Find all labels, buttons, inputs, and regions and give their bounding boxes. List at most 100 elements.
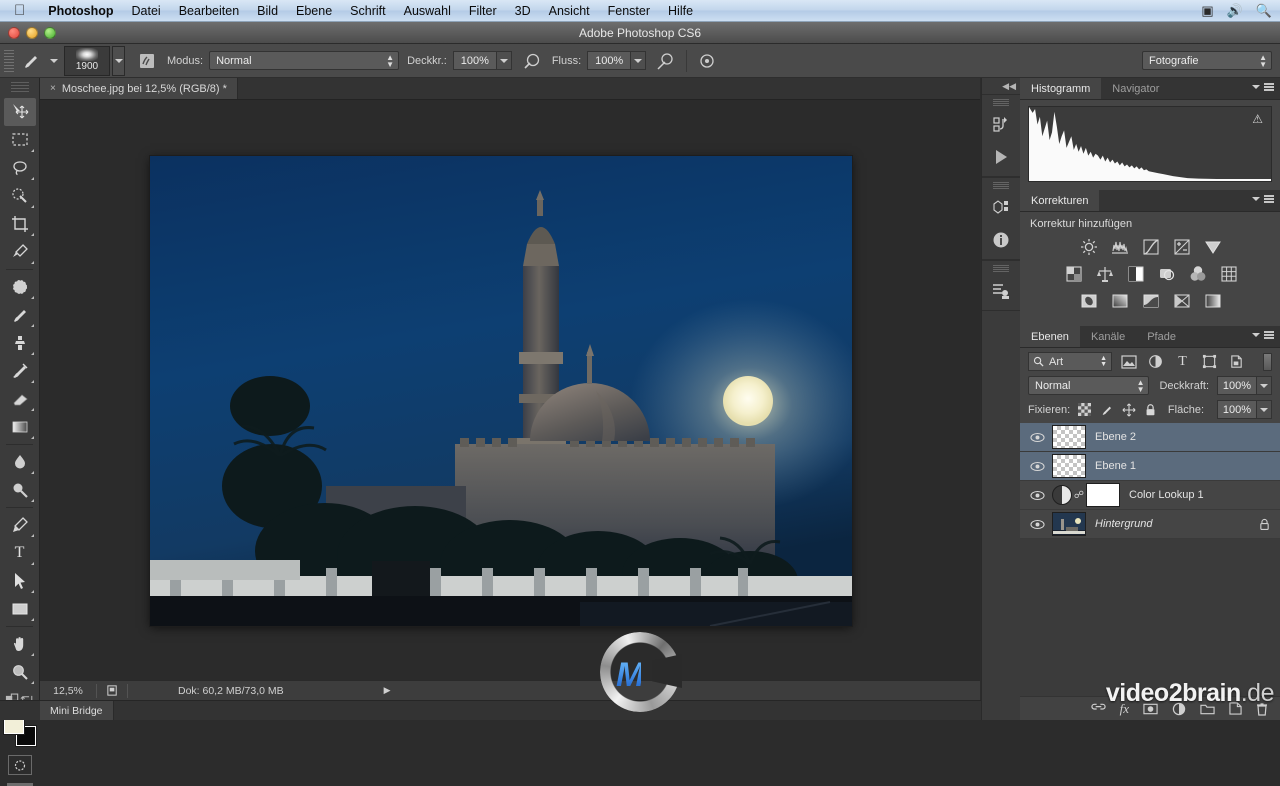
brightness-contrast-icon[interactable] <box>1078 237 1100 257</box>
photo-filter-icon[interactable] <box>1156 264 1178 284</box>
layers-panel-menu-icon[interactable] <box>1252 331 1274 339</box>
black-white-icon[interactable] <box>1125 264 1147 284</box>
threshold-icon[interactable] <box>1140 291 1162 311</box>
quick-mask-toggle[interactable] <box>7 755 32 775</box>
brush-preset-stepper[interactable] <box>112 45 125 76</box>
layer-opacity-value[interactable]: 100% <box>1217 376 1257 395</box>
dock-group-gripper-3[interactable] <box>993 265 1009 272</box>
close-icon[interactable]: × <box>50 83 56 94</box>
airbrush-icon[interactable] <box>654 49 678 73</box>
histogram-warning-icon[interactable]: ⚠ <box>1252 112 1263 126</box>
tab-kanaele[interactable]: Kanäle <box>1080 326 1136 347</box>
adjustment-layer-thumbnail[interactable] <box>1052 485 1072 505</box>
brush-panel-toggle-icon[interactable] <box>135 49 159 73</box>
layer-visibility-toggle[interactable] <box>1022 519 1052 530</box>
link-layers-icon[interactable] <box>1090 703 1106 715</box>
color-lookup-icon[interactable] <box>1218 264 1240 284</box>
blend-mode-select[interactable]: Normal ▲ ▼ <box>209 51 400 70</box>
menu-ebene[interactable]: Ebene <box>287 0 341 22</box>
quick-selection-tool[interactable] <box>4 182 36 210</box>
levels-icon[interactable] <box>1109 237 1131 257</box>
workspace-select[interactable]: Fotografie ▲ ▼ <box>1142 51 1272 70</box>
selective-color-icon[interactable] <box>1171 291 1193 311</box>
lock-transparency-icon[interactable] <box>1077 402 1092 417</box>
zoom-level-field[interactable]: 12,5% <box>40 685 96 697</box>
actions-play-icon[interactable] <box>984 141 1018 173</box>
move-tool[interactable] <box>3 98 36 126</box>
mask-link-icon[interactable]: ☍ <box>1072 490 1086 501</box>
invert-icon[interactable] <box>1078 291 1100 311</box>
mini-bridge-tab[interactable]: Mini Bridge <box>40 701 114 720</box>
hue-saturation-icon[interactable] <box>1063 264 1085 284</box>
menu-app-name[interactable]: Photoshop <box>39 0 122 22</box>
menu-hilfe[interactable]: Hilfe <box>659 0 702 22</box>
histogram-panel-menu-icon[interactable] <box>1252 83 1274 91</box>
lock-all-icon[interactable] <box>1143 402 1158 417</box>
tab-pfade[interactable]: Pfade <box>1136 326 1187 347</box>
blur-tool[interactable] <box>4 448 36 476</box>
histogram-graph[interactable]: ⚠ <box>1028 106 1272 182</box>
lock-position-icon[interactable] <box>1121 402 1136 417</box>
gradient-tool[interactable] <box>4 413 36 441</box>
layer-thumbnail[interactable] <box>1052 454 1086 478</box>
curves-icon[interactable] <box>1140 237 1162 257</box>
dock-group-gripper[interactable] <box>993 99 1009 106</box>
posterize-icon[interactable] <box>1109 291 1131 311</box>
flow-value[interactable]: 100% <box>587 51 632 70</box>
type-tool[interactable]: T <box>4 539 36 567</box>
flow-dropdown[interactable] <box>631 51 647 70</box>
tab-korrekturen[interactable]: Korrekturen <box>1020 190 1100 211</box>
document-proxy-icon[interactable] <box>97 684 127 697</box>
properties-panel-icon[interactable] <box>984 275 1018 307</box>
rectangle-tool[interactable] <box>4 595 36 623</box>
layer-visibility-toggle[interactable] <box>1022 461 1052 472</box>
zoom-tool[interactable] <box>4 658 36 686</box>
brush-tool[interactable] <box>4 301 36 329</box>
layer-visibility-toggle[interactable] <box>1022 432 1052 443</box>
display-icon[interactable]: ▣ <box>1201 3 1213 19</box>
tab-navigator[interactable]: Navigator <box>1101 78 1170 99</box>
layer-thumbnail[interactable] <box>1052 425 1086 449</box>
layer-opacity-dropdown[interactable] <box>1257 376 1272 395</box>
clone-stamp-tool[interactable] <box>4 329 36 357</box>
color-balance-icon[interactable] <box>1094 264 1116 284</box>
opacity-value[interactable]: 100% <box>452 51 497 70</box>
adjustments-panel-menu-icon[interactable] <box>1252 195 1274 203</box>
volume-icon[interactable]: 🔊 <box>1227 3 1243 19</box>
menu-auswahl[interactable]: Auswahl <box>395 0 460 22</box>
status-expand-arrow-icon[interactable]: ▶ <box>384 685 391 696</box>
layer-visibility-toggle[interactable] <box>1022 490 1052 501</box>
path-selection-tool[interactable] <box>4 567 36 595</box>
exposure-icon[interactable] <box>1171 237 1193 257</box>
layer-row-color-lookup-1[interactable]: ☍ Color Lookup 1 <box>1020 481 1280 510</box>
tablet-pressure-icon[interactable] <box>695 49 719 73</box>
minimize-button[interactable] <box>26 27 38 39</box>
gradient-map-icon[interactable] <box>1202 291 1224 311</box>
layer-row-ebene-2[interactable]: Ebene 2 <box>1020 423 1280 452</box>
menu-bearbeiten[interactable]: Bearbeiten <box>170 0 248 22</box>
layer-mask-thumbnail[interactable] <box>1086 483 1120 507</box>
document-canvas[interactable] <box>150 156 852 626</box>
eyedropper-tool[interactable] <box>4 238 36 266</box>
canvas-workspace[interactable] <box>40 100 980 680</box>
filter-smart-icon[interactable] <box>1226 352 1247 371</box>
layer-thumbnail[interactable] <box>1052 512 1086 536</box>
filter-type-icon[interactable]: T <box>1172 352 1193 371</box>
apple-icon[interactable]:  <box>14 3 25 18</box>
channel-mixer-icon[interactable] <box>1187 264 1209 284</box>
toolbox-gripper[interactable] <box>10 82 29 94</box>
filter-adjustment-icon[interactable] <box>1145 352 1166 371</box>
history-brush-tool[interactable] <box>4 357 36 385</box>
search-icon[interactable]: 🔍 <box>1256 3 1272 19</box>
marquee-tool[interactable] <box>4 126 36 154</box>
layer-fill-value[interactable]: 100% <box>1217 400 1257 419</box>
menu-filter[interactable]: Filter <box>460 0 506 22</box>
close-button[interactable] <box>8 27 20 39</box>
opacity-pressure-icon[interactable] <box>520 49 544 73</box>
blend-mode-layers-select[interactable]: Normal ▲ ▼ <box>1028 376 1150 395</box>
opacity-dropdown[interactable] <box>496 51 512 70</box>
brush-preset-picker[interactable]: 1900 <box>64 45 110 76</box>
filter-shape-icon[interactable] <box>1199 352 1220 371</box>
history-panel-icon[interactable] <box>984 109 1018 141</box>
tool-preset-chevron-icon[interactable] <box>50 58 58 63</box>
